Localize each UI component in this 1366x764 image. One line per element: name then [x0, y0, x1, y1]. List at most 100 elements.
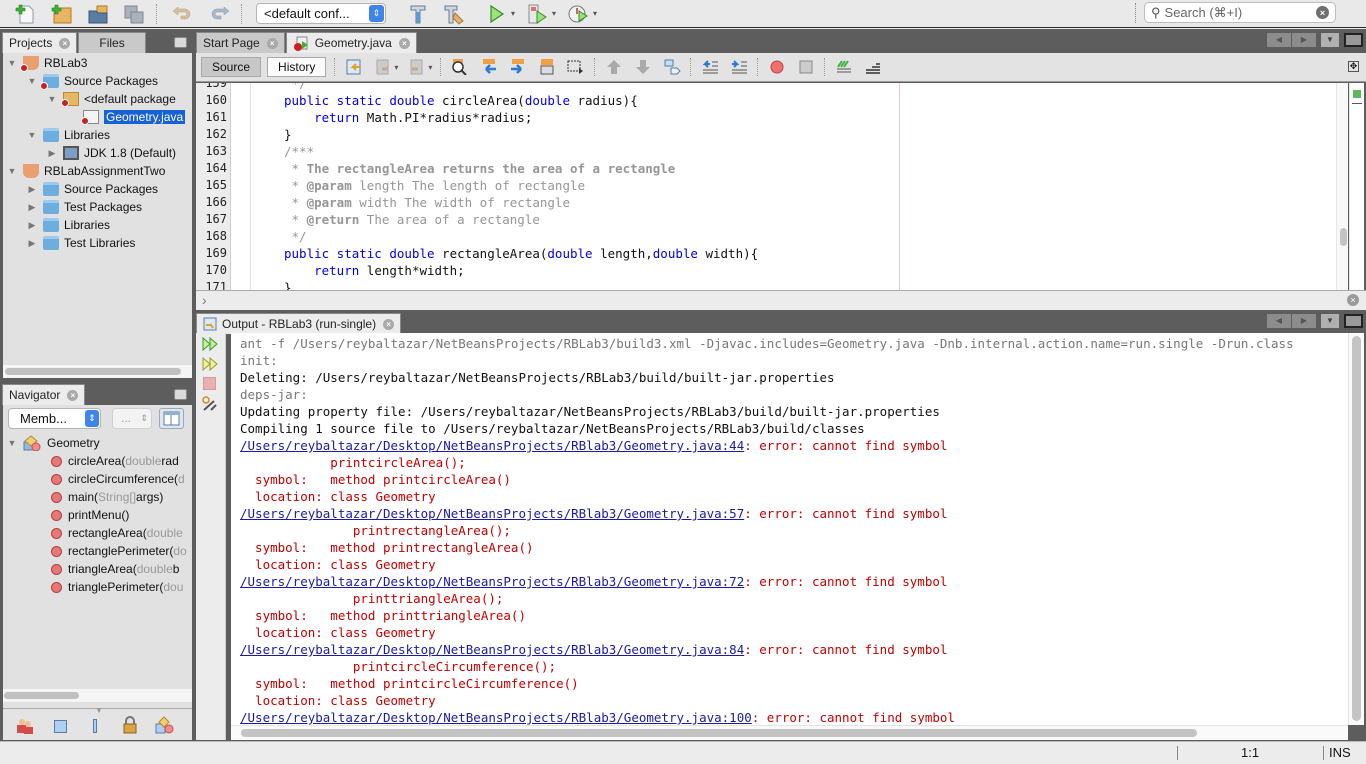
new-file-button[interactable]: [12, 2, 40, 26]
undo-button[interactable]: [169, 2, 197, 26]
comment-button[interactable]: [834, 58, 854, 76]
tab-list-dropdown[interactable]: ▼: [1321, 33, 1339, 47]
navigator-member[interactable]: trianglePerimeter(dou: [51, 578, 183, 596]
close-icon[interactable]: ×: [383, 318, 395, 330]
previous-bookmark-button[interactable]: [604, 58, 624, 76]
code-line[interactable]: 167 * @return The area of a rectangle: [196, 211, 1336, 228]
tab-navigator[interactable]: Navigator ×: [2, 384, 86, 405]
scrollbar-thumb[interactable]: [4, 692, 79, 699]
navigator-member[interactable]: triangleArea(double b: [51, 560, 179, 578]
code-line[interactable]: 163 /***: [196, 143, 1336, 160]
navigator-member[interactable]: printMenu(): [51, 506, 129, 524]
project-tree-item[interactable]: ▼ RBLabAssignmentTwo: [7, 162, 165, 180]
close-icon[interactable]: ×: [59, 37, 71, 49]
next-bookmark-button[interactable]: [633, 58, 653, 76]
project-tree-item[interactable]: ▼ <default package: [47, 90, 176, 108]
navigator-view-toggle[interactable]: [159, 408, 184, 429]
save-all-button[interactable]: [120, 2, 148, 26]
error-location-link[interactable]: /Users/reybaltazar/Desktop/NetBeansProje…: [240, 574, 744, 589]
output-hscrollbar[interactable]: [231, 725, 1348, 740]
tab-list-dropdown[interactable]: ▼: [1321, 314, 1339, 328]
code-line[interactable]: 162}: [196, 126, 1336, 143]
maximize-window-button[interactable]: [1344, 314, 1363, 328]
projects-hscrollbar[interactable]: [3, 365, 192, 378]
breadcrumb-arrow-icon[interactable]: ›: [202, 292, 207, 308]
expand-icon[interactable]: ▼: [7, 438, 17, 448]
project-tree-item[interactable]: ▶ Libraries: [27, 216, 110, 234]
code-line[interactable]: 169 public static double rectangleArea(do…: [196, 245, 1336, 262]
output-console[interactable]: ant -f /Users/reybaltazar/NetBeansProjec…: [196, 333, 1348, 725]
square-icon[interactable]: [54, 720, 67, 733]
navigator-member[interactable]: main(String[] args): [51, 488, 163, 506]
stop-macro-button[interactable]: [796, 58, 816, 76]
toggle-bookmark-button[interactable]: [662, 58, 682, 76]
profile-dropdown-arrow[interactable]: ▾: [593, 9, 597, 18]
profile-button[interactable]: [564, 2, 592, 26]
collapse-icon[interactable]: ▼: [27, 130, 37, 140]
new-project-button[interactable]: [48, 2, 76, 26]
navigator-filter-select[interactable]: Memb... ⇕: [8, 408, 101, 429]
code-editor[interactable]: 159 */160 public static double circleArea…: [196, 83, 1336, 290]
project-tree-item[interactable]: ▶ Test Packages: [27, 198, 142, 216]
project-tree-item[interactable]: Geometry.java: [67, 108, 186, 126]
history-view-button[interactable]: History: [267, 57, 327, 77]
project-tree-item[interactable]: ▶ JDK 1.8 (Default): [47, 144, 176, 162]
close-breadcrumb-icon[interactable]: ×: [1347, 294, 1359, 306]
code-line[interactable]: 168 */: [196, 228, 1336, 245]
shift-right-button[interactable]: [729, 58, 749, 76]
bar-icon[interactable]: [93, 719, 97, 733]
output-vscrollbar[interactable]: [1348, 333, 1364, 725]
maximize-window-button[interactable]: [1344, 33, 1363, 47]
minimize-projects-button[interactable]: [174, 37, 187, 48]
tab-projects[interactable]: Projects ×: [2, 32, 78, 53]
expand-icon[interactable]: ▶: [27, 184, 37, 195]
navigator-member[interactable]: rectanglePerimeter(do: [51, 542, 187, 560]
collapse-icon[interactable]: ▼: [27, 76, 37, 86]
code-line[interactable]: 165 * @param length The length of rectan…: [196, 177, 1336, 194]
project-tree-item[interactable]: ▼ RBLab3: [7, 54, 87, 72]
scroll-tabs-right-button[interactable]: ▶: [1292, 33, 1316, 47]
close-icon[interactable]: ×: [398, 37, 410, 49]
code-line[interactable]: 166 * @param width The width of rectangl…: [196, 194, 1336, 211]
navigator-member[interactable]: circleArea(double rad: [51, 452, 179, 470]
configuration-select[interactable]: <default conf... ⇕: [256, 3, 386, 24]
collapse-icon[interactable]: ▼: [7, 58, 17, 68]
close-icon[interactable]: ×: [266, 37, 278, 49]
find-previous-button[interactable]: [479, 58, 499, 76]
navigator-member[interactable]: circleCircumference(d: [51, 470, 185, 488]
error-location-link[interactable]: /Users/reybaltazar/Desktop/NetBeansProje…: [240, 438, 744, 453]
team-icon[interactable]: [15, 717, 35, 735]
tab-geometry-java[interactable]: Geometry.java ×: [285, 32, 417, 53]
find-next-button[interactable]: [508, 58, 528, 76]
run-dropdown-arrow[interactable]: ▾: [511, 9, 515, 18]
expand-icon[interactable]: ▶: [27, 238, 37, 249]
debug-dropdown-arrow[interactable]: ▾: [552, 9, 556, 18]
scrollbar-thumb[interactable]: [1340, 228, 1347, 246]
project-tree-item[interactable]: ▶ Test Libraries: [27, 234, 135, 252]
search-input[interactable]: ⚲ Search (⌘+I) ×: [1144, 2, 1336, 23]
find-selection-button[interactable]: [450, 58, 470, 76]
scrollbar-thumb[interactable]: [5, 368, 181, 375]
code-line[interactable]: 170 return length*width;: [196, 262, 1336, 279]
run-button[interactable]: [482, 2, 510, 26]
scroll-tabs-right-button[interactable]: ▶: [1292, 314, 1316, 328]
build-button[interactable]: [404, 2, 432, 26]
clean-build-button[interactable]: [440, 2, 468, 26]
tab-start-page[interactable]: Start Page ×: [196, 32, 285, 53]
shift-left-button[interactable]: [700, 58, 720, 76]
back-dropdown-arrow[interactable]: ▾: [394, 63, 398, 72]
lock-icon[interactable]: [121, 716, 139, 734]
navigator-member[interactable]: rectangleArea(double: [51, 524, 183, 542]
collapse-icon[interactable]: ▼: [7, 166, 17, 176]
code-line[interactable]: 159 */: [196, 83, 1336, 92]
scroll-tabs-left-button[interactable]: ◀: [1267, 314, 1291, 328]
source-view-button[interactable]: Source: [201, 57, 262, 77]
start-macro-button[interactable]: [767, 58, 787, 76]
toggle-highlight-button[interactable]: [537, 58, 557, 76]
code-line[interactable]: 161 return Math.PI*radius*radius;: [196, 109, 1336, 126]
clear-search-icon[interactable]: ×: [1316, 6, 1329, 19]
scrollbar-thumb[interactable]: [1352, 336, 1361, 721]
error-location-link[interactable]: /Users/reybaltazar/Desktop/NetBeansProje…: [240, 710, 752, 725]
project-tree-item[interactable]: ▼ Source Packages: [27, 72, 158, 90]
redo-button[interactable]: [205, 2, 233, 26]
